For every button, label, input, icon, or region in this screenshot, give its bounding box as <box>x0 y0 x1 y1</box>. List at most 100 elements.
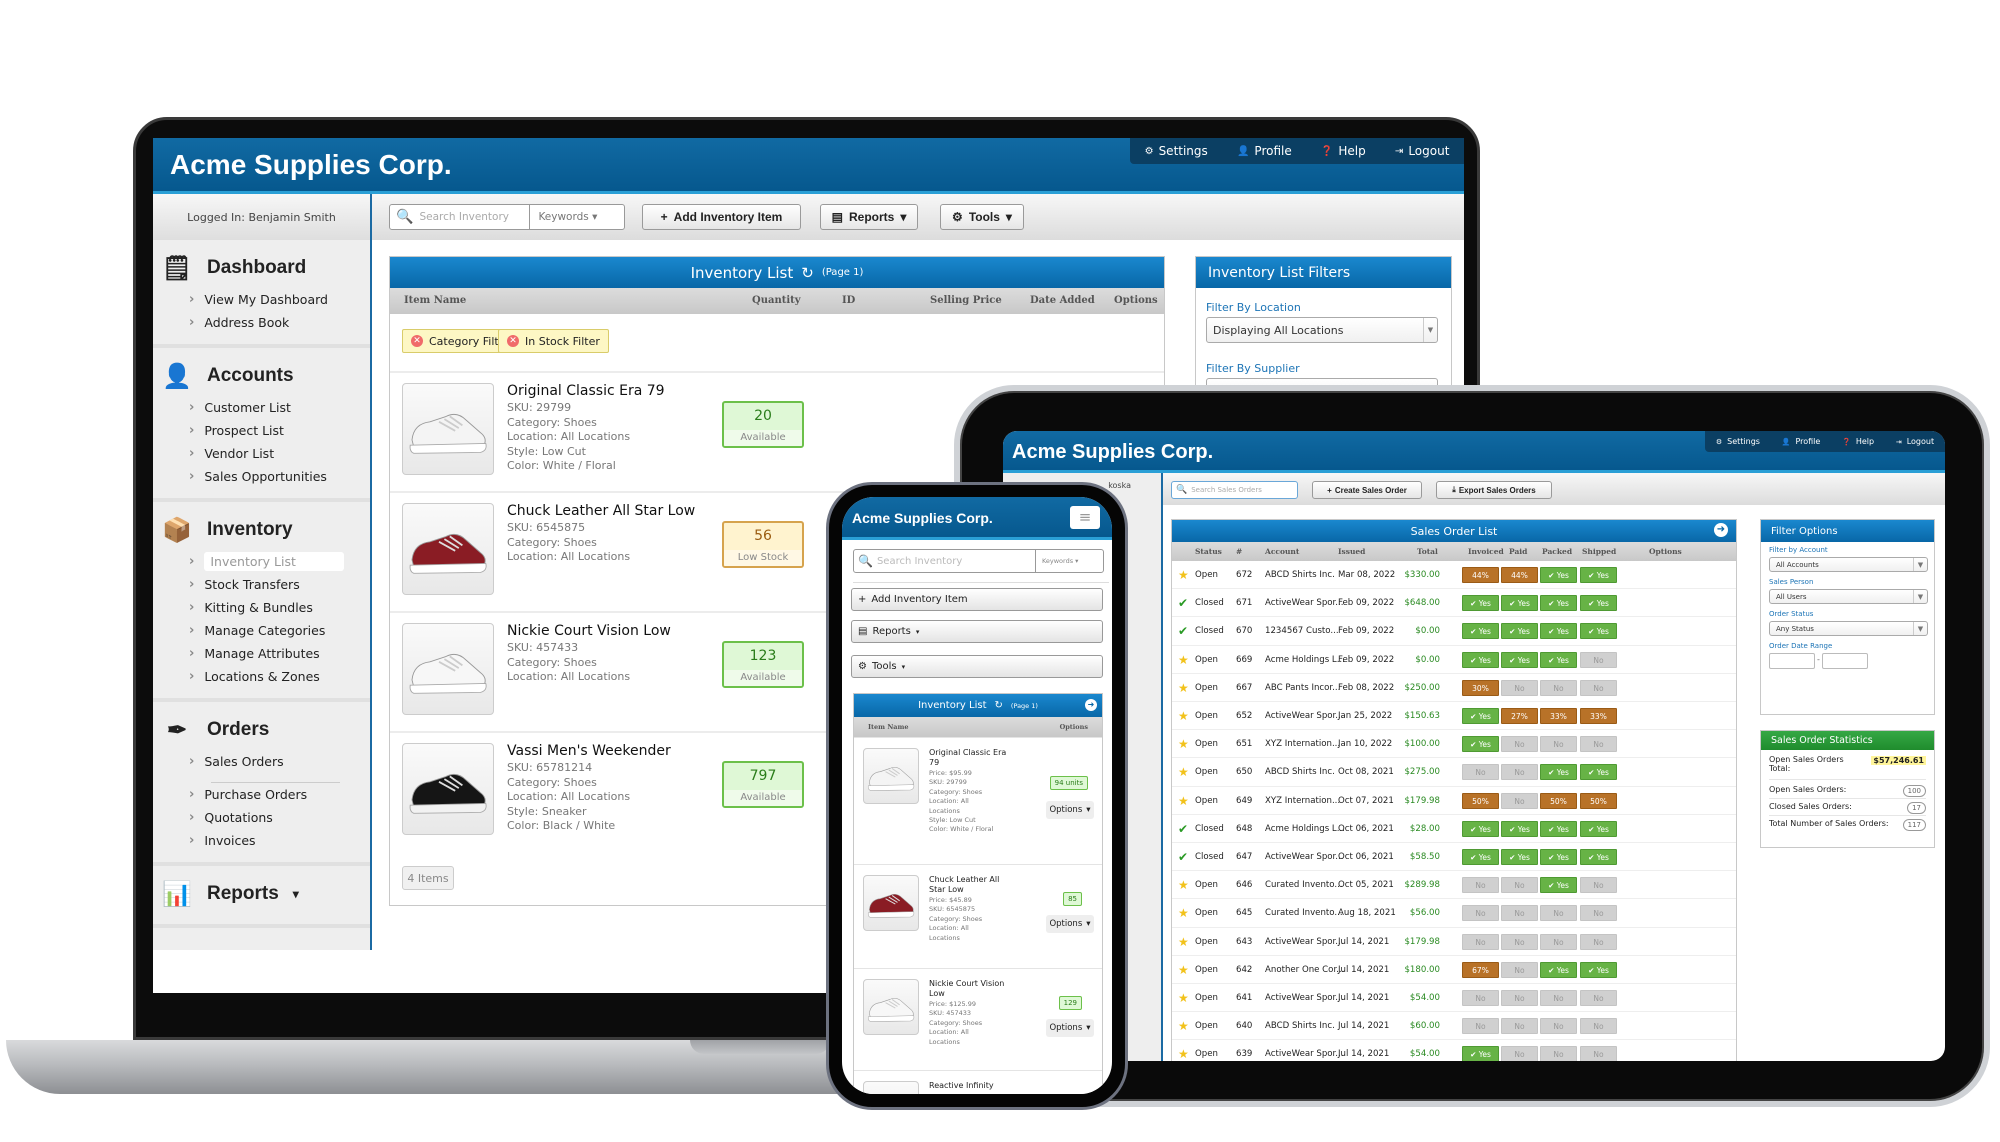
remove-filter-icon[interactable]: ✕ <box>411 335 423 347</box>
sidebar-item-inventory-list[interactable]: › Inventory List <box>153 550 370 573</box>
reports-button[interactable]: ▤ Reports ▾ <box>820 204 918 230</box>
sales-order-row[interactable]: ★ Open 649 XYZ Internation... Oct 07, 20… <box>1172 787 1736 815</box>
order-number[interactable]: 649 <box>1236 787 1252 815</box>
sales-order-row[interactable]: ★ Open 672 ABCD Shirts Inc. Mar 08, 2022… <box>1172 561 1736 590</box>
order-account[interactable]: Another One Cor... <box>1265 956 1344 984</box>
sales-order-row[interactable]: ✔ Closed 647 ActiveWear Spor... Oct 06, … <box>1172 843 1736 872</box>
order-number[interactable]: 648 <box>1236 815 1252 843</box>
column-header[interactable]: Selling Price <box>930 295 1002 306</box>
column-header[interactable]: Quantity <box>752 295 801 306</box>
nav-settings[interactable]: ⚙ Settings <box>1145 144 1208 158</box>
sales-order-row[interactable]: ✔ Closed 671 ActiveWear Spor... Feb 09, … <box>1172 589 1736 618</box>
add-inventory-item-button[interactable]: + Add Inventory Item <box>642 204 801 230</box>
column-header[interactable]: # <box>1236 547 1242 556</box>
sidebar-item-invoices[interactable]: › Invoices <box>153 829 370 852</box>
column-header[interactable]: Issued <box>1338 547 1365 556</box>
item-name[interactable]: Original Classic Era 79 <box>929 748 1009 768</box>
sidebar-item-manage-attributes[interactable]: › Manage Attributes <box>153 642 370 665</box>
options-button[interactable]: Options ▾ <box>1046 1019 1094 1037</box>
sidebar-item-prospect-list[interactable]: › Prospect List <box>153 419 370 442</box>
sales-order-row[interactable]: ★ Open 650 ABCD Shirts Inc. Oct 08, 2021… <box>1172 758 1736 787</box>
order-number[interactable]: 651 <box>1236 730 1252 758</box>
sidebar-item-stock-transfers[interactable]: › Stock Transfers <box>153 573 370 596</box>
remove-filter-icon[interactable]: ✕ <box>507 335 519 347</box>
sidebar-item-sales-opportunities[interactable]: › Sales Opportunities <box>153 465 370 488</box>
order-number[interactable]: 672 <box>1236 561 1252 589</box>
inventory-row[interactable]: Chuck Leather All Star Low Price: $45.89… <box>854 864 1102 968</box>
order-number[interactable]: 645 <box>1236 899 1252 927</box>
order-account[interactable]: ABC Pants Incor... <box>1265 674 1340 702</box>
order-number[interactable]: 652 <box>1236 702 1252 730</box>
nav-profile[interactable]: 👤 Profile <box>1782 437 1821 446</box>
column-header[interactable]: Status <box>1195 547 1222 556</box>
order-account[interactable]: ActiveWear Spor... <box>1265 843 1344 871</box>
sales-order-row[interactable]: ★ Open 639 ActiveWear Spor... Jul 14, 20… <box>1172 1040 1736 1061</box>
sidebar-item-sales-orders[interactable]: › Sales Orders <box>153 750 370 773</box>
column-header[interactable]: Total <box>1417 547 1438 556</box>
sales-order-row[interactable]: ★ Open 646 Curated Invento... Oct 05, 20… <box>1172 871 1736 900</box>
inventory-row[interactable]: Nickie Court Vision Low Price: $125.99 SK… <box>854 968 1102 1070</box>
item-thumbnail[interactable] <box>402 383 494 475</box>
column-header[interactable]: Options <box>1114 295 1158 306</box>
sales-order-row[interactable]: ★ Open 669 Acme Holdings L... Feb 09, 20… <box>1172 646 1736 674</box>
sidebar-item-manage-categories[interactable]: › Manage Categories <box>153 619 370 642</box>
order-account[interactable]: 1234567 Custo... <box>1265 617 1339 645</box>
sidebar-item-locations-zones[interactable]: › Locations & Zones <box>153 665 370 688</box>
nav-logout[interactable]: ⇥ Logout <box>1896 437 1934 446</box>
order-account[interactable]: Curated Invento... <box>1265 899 1343 927</box>
options-button[interactable]: Options ▾ <box>1046 915 1094 933</box>
order-account[interactable]: ActiveWear Spor... <box>1265 1040 1344 1061</box>
order-account[interactable]: ABCD Shirts Inc. <box>1265 561 1335 589</box>
filter-chip[interactable]: ✕ In Stock Filter <box>498 329 609 353</box>
sidebar-heading[interactable]: 📊 Reports ▾ <box>153 874 370 914</box>
order-account[interactable]: ActiveWear Spor... <box>1265 702 1344 730</box>
sales-order-row[interactable]: ✔ Closed 648 Acme Holdings L... Oct 06, … <box>1172 815 1736 843</box>
nav-settings[interactable]: ⚙ Settings <box>1716 437 1760 446</box>
sidebar-item-view-my-dashboard[interactable]: › View My Dashboard <box>153 288 370 311</box>
column-header[interactable]: Shipped <box>1582 547 1616 556</box>
order-number[interactable]: 642 <box>1236 956 1252 984</box>
refresh-icon[interactable]: ↻ <box>801 264 814 282</box>
tools-button[interactable]: ⚙ Tools ▾ <box>940 204 1024 230</box>
sales-order-row[interactable]: ✔ Closed 670 1234567 Custo... Feb 09, 20… <box>1172 617 1736 646</box>
nav-logout[interactable]: ⇥ Logout <box>1395 144 1449 158</box>
sidebar-item-purchase-orders[interactable]: › Purchase Orders <box>153 783 370 806</box>
order-account[interactable]: ActiveWear Spor... <box>1265 928 1344 956</box>
order-status-select[interactable]: Any Status ▼ <box>1769 621 1928 636</box>
column-header[interactable]: Item Name <box>404 295 466 306</box>
order-account[interactable]: XYZ Internation... <box>1265 787 1340 815</box>
date-to-input[interactable] <box>1822 653 1868 669</box>
order-number[interactable]: 650 <box>1236 758 1252 786</box>
search-inventory-input[interactable]: 🔍 Search Inventory Keywords ▾ <box>389 204 625 230</box>
search-sales-orders-input[interactable]: 🔍 Search Sales Orders <box>1171 481 1298 499</box>
column-header[interactable]: Options <box>1649 547 1682 556</box>
item-name[interactable]: Chuck Leather All Star Low <box>929 875 1009 895</box>
sales-order-row[interactable]: ★ Open 641 ActiveWear Spor... Jul 14, 20… <box>1172 984 1736 1013</box>
order-number[interactable]: 639 <box>1236 1040 1252 1061</box>
order-number[interactable]: 667 <box>1236 674 1252 702</box>
item-name[interactable]: Nickie Court Vision Low <box>507 623 671 639</box>
order-account[interactable]: ActiveWear Spor... <box>1265 984 1344 1012</box>
sales-person-select[interactable]: All Users ▼ <box>1769 589 1928 604</box>
sidebar-item-quotations[interactable]: › Quotations <box>153 806 370 829</box>
item-name[interactable]: Nickie Court Vision Low <box>929 979 1009 999</box>
keywords-dropdown[interactable]: Keywords ▾ <box>529 205 597 229</box>
order-number[interactable]: 670 <box>1236 617 1252 645</box>
nav-profile[interactable]: 👤 Profile <box>1237 144 1292 158</box>
item-thumbnail[interactable] <box>863 979 919 1035</box>
order-number[interactable]: 646 <box>1236 871 1252 899</box>
item-thumbnail[interactable] <box>402 503 494 595</box>
nav-help[interactable]: ❓ Help <box>1321 144 1366 158</box>
sales-order-row[interactable]: ★ Open 643 ActiveWear Spor... Jul 14, 20… <box>1172 928 1736 956</box>
order-account[interactable]: Acme Holdings L... <box>1265 815 1345 843</box>
order-number[interactable]: 671 <box>1236 589 1252 617</box>
account-select[interactable]: All Accounts ▼ <box>1769 557 1928 572</box>
order-number[interactable]: 643 <box>1236 928 1252 956</box>
order-account[interactable]: ActiveWear Spor... <box>1265 589 1344 617</box>
order-number[interactable]: 641 <box>1236 984 1252 1012</box>
sidebar-item-customer-list[interactable]: › Customer List <box>153 396 370 419</box>
add-inventory-item-button[interactable]: + Add Inventory Item <box>851 588 1103 611</box>
inventory-row[interactable]: Reactive Infinity <box>854 1070 1102 1094</box>
column-header[interactable]: Invoiced <box>1468 547 1504 556</box>
item-name[interactable]: Reactive Infinity <box>929 1081 1009 1091</box>
